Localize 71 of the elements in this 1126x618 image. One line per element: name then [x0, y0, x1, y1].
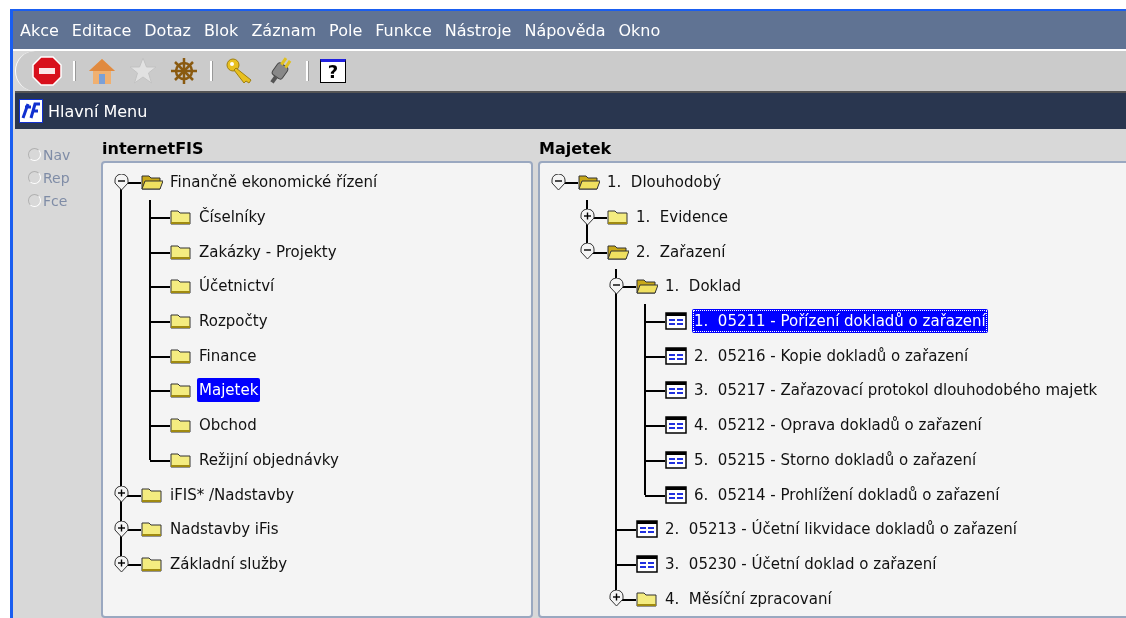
tree-item[interactable]: 1. Doklad — [663, 274, 744, 299]
folder-icon — [607, 208, 629, 227]
expand-icon[interactable] — [114, 486, 129, 504]
folder-icon — [141, 485, 163, 504]
tree-item[interactable]: Finančně ekonomické řízení — [168, 170, 380, 195]
tree-item[interactable]: 3. 05230 - Účetní doklad o zařazení — [663, 551, 939, 576]
tree-item[interactable]: 1. 05211 - Pořízení dokladů o zařazení — [692, 309, 988, 334]
app-logo-icon — [19, 99, 43, 123]
tree-item[interactable]: 1. Evidence — [634, 205, 731, 230]
open-folder-icon — [578, 173, 600, 192]
folder-icon — [170, 416, 192, 435]
tree-item[interactable]: Finance — [197, 343, 259, 368]
folder-icon — [170, 242, 192, 261]
folder-icon — [170, 208, 192, 227]
tree-item[interactable]: 5. 05215 - Storno dokladů o zařazení — [692, 447, 979, 472]
help-button[interactable]: ? — [320, 59, 346, 83]
collapse-icon[interactable] — [609, 278, 624, 296]
menu-item[interactable]: Nástroje — [444, 20, 512, 40]
collapse-icon[interactable] — [114, 174, 129, 191]
radio-label: Fce — [43, 192, 68, 209]
menu-item[interactable]: Okno — [618, 20, 661, 40]
menu-item[interactable]: Nápověda — [524, 20, 606, 40]
radio-label: Rep — [43, 169, 70, 186]
panel-heading: internetFIS — [101, 139, 205, 160]
folder-icon — [636, 589, 658, 608]
tree-item[interactable]: 4. Měsíční zpracovaní — [663, 586, 834, 611]
folder-icon — [170, 312, 192, 331]
collapse-icon[interactable] — [551, 174, 566, 191]
tree-item[interactable]: 2. 05213 - Účetní likvidace dokladů o zařazení — [663, 517, 1019, 542]
menu-item[interactable]: Záznam — [251, 20, 317, 40]
folder-icon — [141, 554, 163, 573]
tree-item[interactable]: 1. Dlouhodobý — [605, 170, 724, 195]
folder-icon — [170, 450, 192, 469]
menu-item[interactable]: Akce — [20, 20, 59, 40]
tree-item[interactable]: 6. 05214 - Prohlížení dokladů o zařazení — [692, 482, 1002, 507]
open-folder-icon — [636, 277, 658, 296]
expand-icon[interactable] — [580, 208, 595, 226]
tree-item[interactable]: Číselníky — [197, 205, 268, 230]
folder-icon — [170, 381, 192, 400]
menu-item[interactable]: Pole — [329, 20, 363, 40]
exit-icon[interactable] — [32, 56, 62, 86]
open-folder-icon — [141, 173, 163, 192]
panel-heading: Majetek — [538, 139, 613, 160]
tree-item[interactable]: Účetnictví — [197, 274, 277, 299]
tree-item[interactable]: Obchod — [197, 413, 259, 438]
tree-item[interactable]: Majetek — [197, 378, 261, 403]
window-title: Hlavní Menu — [48, 101, 148, 121]
tree-item[interactable]: 2. 05216 - Kopie dokladů o zařazení — [692, 343, 971, 368]
menu-item[interactable]: Editace — [71, 20, 132, 40]
tree-item[interactable]: 4. 05212 - Oprava dokladů o zařazení — [692, 413, 984, 438]
ship-wheel-icon[interactable] — [169, 56, 199, 86]
menu-item[interactable]: Dotaz — [144, 20, 191, 40]
tree-item[interactable]: 3. 05217 - Zařazovací protokol dlouhodobého majetk — [692, 378, 1100, 403]
open-folder-icon — [607, 242, 629, 261]
radio-label: Nav — [43, 146, 71, 163]
expand-icon[interactable] — [609, 590, 624, 608]
expand-icon[interactable] — [114, 555, 129, 573]
menu-item[interactable]: Blok — [203, 20, 239, 40]
collapse-icon[interactable] — [580, 243, 595, 261]
tree-item[interactable]: Nadstavby iFis — [168, 517, 281, 542]
menu-item[interactable]: Funkce — [375, 20, 432, 40]
folder-icon — [141, 520, 163, 539]
tree-item[interactable]: Rozpočty — [197, 309, 270, 334]
tree-item[interactable]: iFIS* /Nadstavby — [168, 482, 297, 507]
expand-icon[interactable] — [114, 520, 129, 538]
tree-item[interactable]: Základní služby — [168, 551, 290, 576]
tree-item[interactable]: 2. Zařazení — [634, 239, 728, 264]
folder-icon — [170, 346, 192, 365]
tree-item[interactable]: Režijní objednávky — [197, 447, 341, 472]
folder-icon — [170, 277, 192, 296]
tree-item[interactable]: Zakázky - Projekty — [197, 239, 339, 264]
